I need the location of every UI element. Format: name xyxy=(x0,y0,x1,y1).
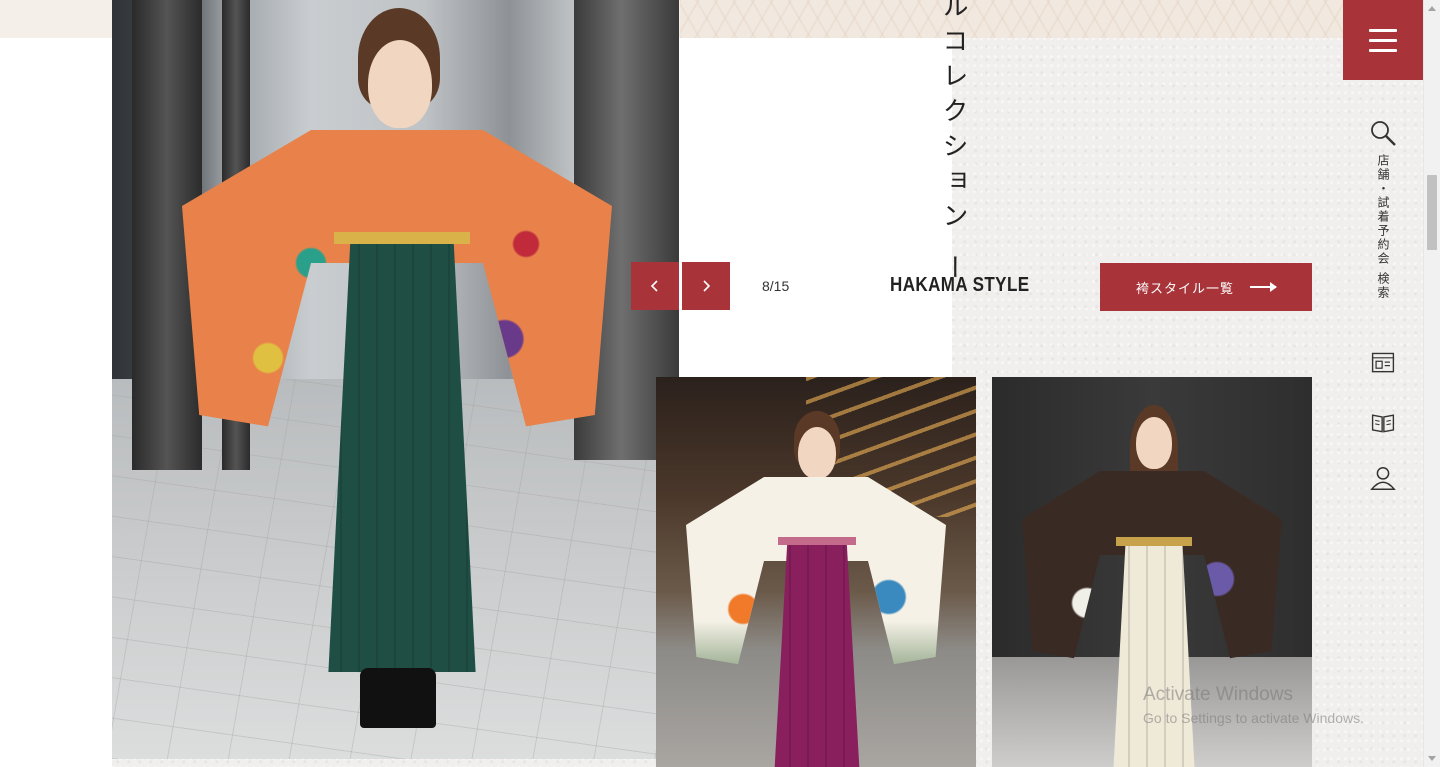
watermark-line2: Go to Settings to activate Windows. xyxy=(1143,710,1364,726)
list-button-label: 袴スタイル一覧 xyxy=(1135,281,1234,297)
user-icon[interactable] xyxy=(1368,463,1398,493)
menu-icon-bar xyxy=(1369,28,1397,32)
menu-icon-bar xyxy=(1369,38,1397,42)
hakama-style-list-button[interactable]: 袴スタイル一覧 xyxy=(1100,263,1312,311)
menu-button[interactable] xyxy=(1343,0,1423,80)
slide-counter: 8/15 xyxy=(762,278,790,294)
arrow-right-icon xyxy=(1250,282,1277,292)
style-title: HAKAMA STYLE xyxy=(890,274,1030,296)
windows-activation-watermark: Activate Windows Go to Settings to activ… xyxy=(1143,684,1364,726)
hero-hakama-photo[interactable] xyxy=(112,0,679,759)
collection-vertical-title: ルコレクション ー xyxy=(938,0,968,290)
vertical-scrollbar[interactable] xyxy=(1423,0,1440,767)
book-icon[interactable] xyxy=(1368,408,1398,438)
slider-prev-button[interactable] xyxy=(631,262,679,310)
search-icon[interactable] xyxy=(1368,118,1398,148)
top-band-pattern xyxy=(680,0,1343,38)
menu-icon-bar xyxy=(1369,48,1397,52)
watermark-line1: Activate Windows xyxy=(1143,684,1293,705)
model-figure xyxy=(182,0,612,740)
chevron-left-icon xyxy=(650,280,658,292)
scrollbar-thumb[interactable] xyxy=(1427,175,1437,250)
store-search-link[interactable]: 店舗・試着予約会 検索 xyxy=(1374,154,1392,300)
model-figure xyxy=(686,407,946,767)
slider-next-button[interactable] xyxy=(682,262,730,310)
chevron-right-icon xyxy=(703,280,711,292)
white-panel-left xyxy=(0,38,112,767)
scroll-up-arrow-icon[interactable] xyxy=(1428,6,1436,11)
scroll-down-arrow-icon[interactable] xyxy=(1428,756,1436,761)
hakama-thumbnail[interactable] xyxy=(656,377,976,767)
catalog-icon[interactable] xyxy=(1368,348,1398,378)
